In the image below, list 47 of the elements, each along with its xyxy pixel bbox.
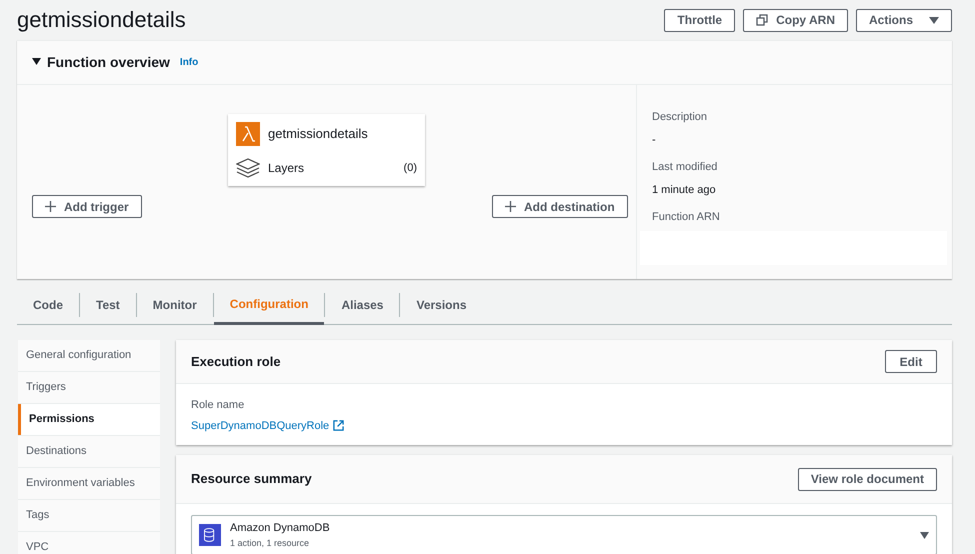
copy-icon (756, 14, 768, 26)
sidebar-item[interactable]: VPC (18, 532, 160, 554)
layers-count: (0) (404, 160, 417, 176)
detail-label: Description (652, 110, 708, 125)
sidebar-item[interactable]: Environment variables (18, 468, 160, 499)
sidebar-item[interactable]: Permissions (18, 404, 160, 435)
section-title: Resource summary (191, 470, 312, 488)
role-link[interactable]: SuperDynamoDBQueryRole (191, 418, 344, 434)
expand-icon[interactable] (32, 58, 41, 67)
tab[interactable]: Code (17, 285, 79, 324)
layers-icon (236, 158, 260, 178)
view-document-button[interactable]: View role document (798, 468, 937, 490)
role-name-label: Role name (191, 398, 246, 413)
detail-label: Last modified (652, 160, 718, 175)
database-icon (199, 524, 221, 546)
section-title: Execution role (191, 352, 281, 371)
header-button[interactable]: Throttle (664, 8, 736, 32)
service-detail: 1 action, 1 resource (230, 536, 310, 550)
tab[interactable]: Versions (400, 285, 483, 324)
add-button[interactable]: Add trigger (32, 195, 142, 218)
plus-icon (505, 201, 516, 212)
lambda-icon (236, 122, 260, 146)
info-link[interactable]: Info (180, 55, 198, 70)
tab[interactable]: Test (80, 285, 136, 324)
sidebar-item[interactable]: Destinations (18, 436, 160, 467)
add-button[interactable]: Add destination (492, 195, 628, 218)
section-title: Function overview (47, 53, 170, 72)
header-button[interactable]: Actions (856, 8, 952, 32)
layers-label: Layers (268, 160, 306, 177)
caret-icon (920, 532, 929, 538)
tab[interactable]: Monitor (136, 285, 213, 324)
caret-icon (929, 16, 939, 24)
edit-button[interactable]: Edit (885, 350, 937, 373)
page-title: getmissiondetails (17, 9, 186, 31)
plus-icon (45, 201, 56, 212)
sidebar-item[interactable]: Tags (18, 500, 160, 531)
sidebar-item[interactable]: Triggers (18, 372, 160, 403)
detail-value: 1 minute ago (652, 182, 717, 198)
sidebar-item[interactable]: General configuration (18, 340, 160, 371)
service-name: Amazon DynamoDB (230, 521, 331, 536)
header-button[interactable]: Copy ARN (743, 8, 848, 32)
service-select[interactable]: Amazon DynamoDB 1 action, 1 resource (191, 515, 937, 554)
detail-label: Function ARN (652, 210, 721, 225)
detail-value: - (652, 132, 657, 148)
tab[interactable]: Aliases (325, 285, 400, 324)
function-name: getmissiondetails (268, 125, 368, 144)
external-link-icon (333, 420, 344, 432)
